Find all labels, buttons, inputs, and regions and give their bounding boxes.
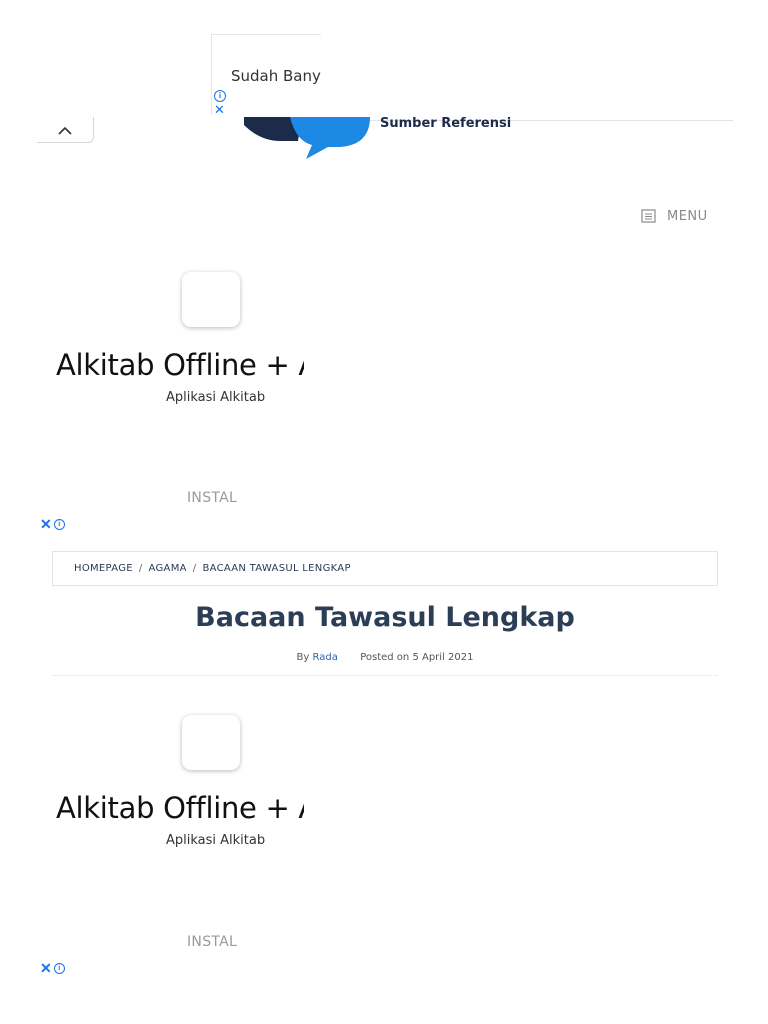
post-meta: By Rada Posted on 5 April 2021 (0, 652, 768, 663)
app-ad-icon[interactable] (182, 272, 240, 327)
app-ad-title[interactable]: Alkitab Offline + A (56, 791, 304, 825)
breadcrumb-homepage[interactable]: HOMEPAGE (74, 563, 133, 574)
chevron-up-icon (58, 126, 72, 135)
author-link[interactable]: Rada (312, 652, 337, 663)
breadcrumb-separator: / (138, 563, 143, 574)
breadcrumb-current: BACAAN TAWASUL LENGKAP (202, 563, 351, 574)
menu-list-icon (641, 208, 656, 223)
by-label: By (296, 652, 310, 663)
collapse-ad-button[interactable] (37, 117, 94, 143)
app-ad-icon[interactable] (182, 715, 240, 770)
info-icon[interactable]: i (214, 90, 226, 102)
app-ad-install-button[interactable]: INSTAL (187, 934, 237, 950)
breadcrumb: HOMEPAGE / AGAMA / BACAAN TAWASUL LENGKA… (52, 551, 718, 586)
close-icon[interactable]: ✕ (214, 103, 225, 115)
site-logo[interactable] (240, 115, 380, 163)
top-banner-ad[interactable]: Sudah Banya i ✕ (211, 34, 321, 115)
ad-controls: ✕ i (40, 517, 65, 531)
breadcrumb-separator: / (192, 563, 197, 574)
breadcrumb-agama[interactable]: AGAMA (149, 563, 187, 574)
app-ad-title[interactable]: Alkitab Offline + A (56, 348, 304, 382)
info-icon[interactable]: i (53, 962, 65, 974)
title-divider (52, 675, 718, 676)
ad-controls: ✕ i (40, 961, 65, 975)
top-ad-text[interactable]: Sudah Banya (231, 67, 321, 85)
page-title: Bacaan Tawasul Lengkap (195, 602, 575, 633)
posted-date: Posted on 5 April 2021 (360, 652, 474, 663)
menu-button[interactable]: MENU (641, 206, 708, 226)
close-icon[interactable]: ✕ (40, 961, 52, 975)
app-ad-subtitle: Aplikasi Alkitab (166, 833, 266, 848)
logo-tagline: Sumber Referensi (380, 116, 512, 131)
app-ad-subtitle: Aplikasi Alkitab (166, 390, 266, 405)
app-ad-install-button[interactable]: INSTAL (187, 490, 237, 506)
menu-label: MENU (667, 208, 708, 224)
info-icon[interactable]: i (53, 518, 65, 530)
close-icon[interactable]: ✕ (40, 517, 52, 531)
